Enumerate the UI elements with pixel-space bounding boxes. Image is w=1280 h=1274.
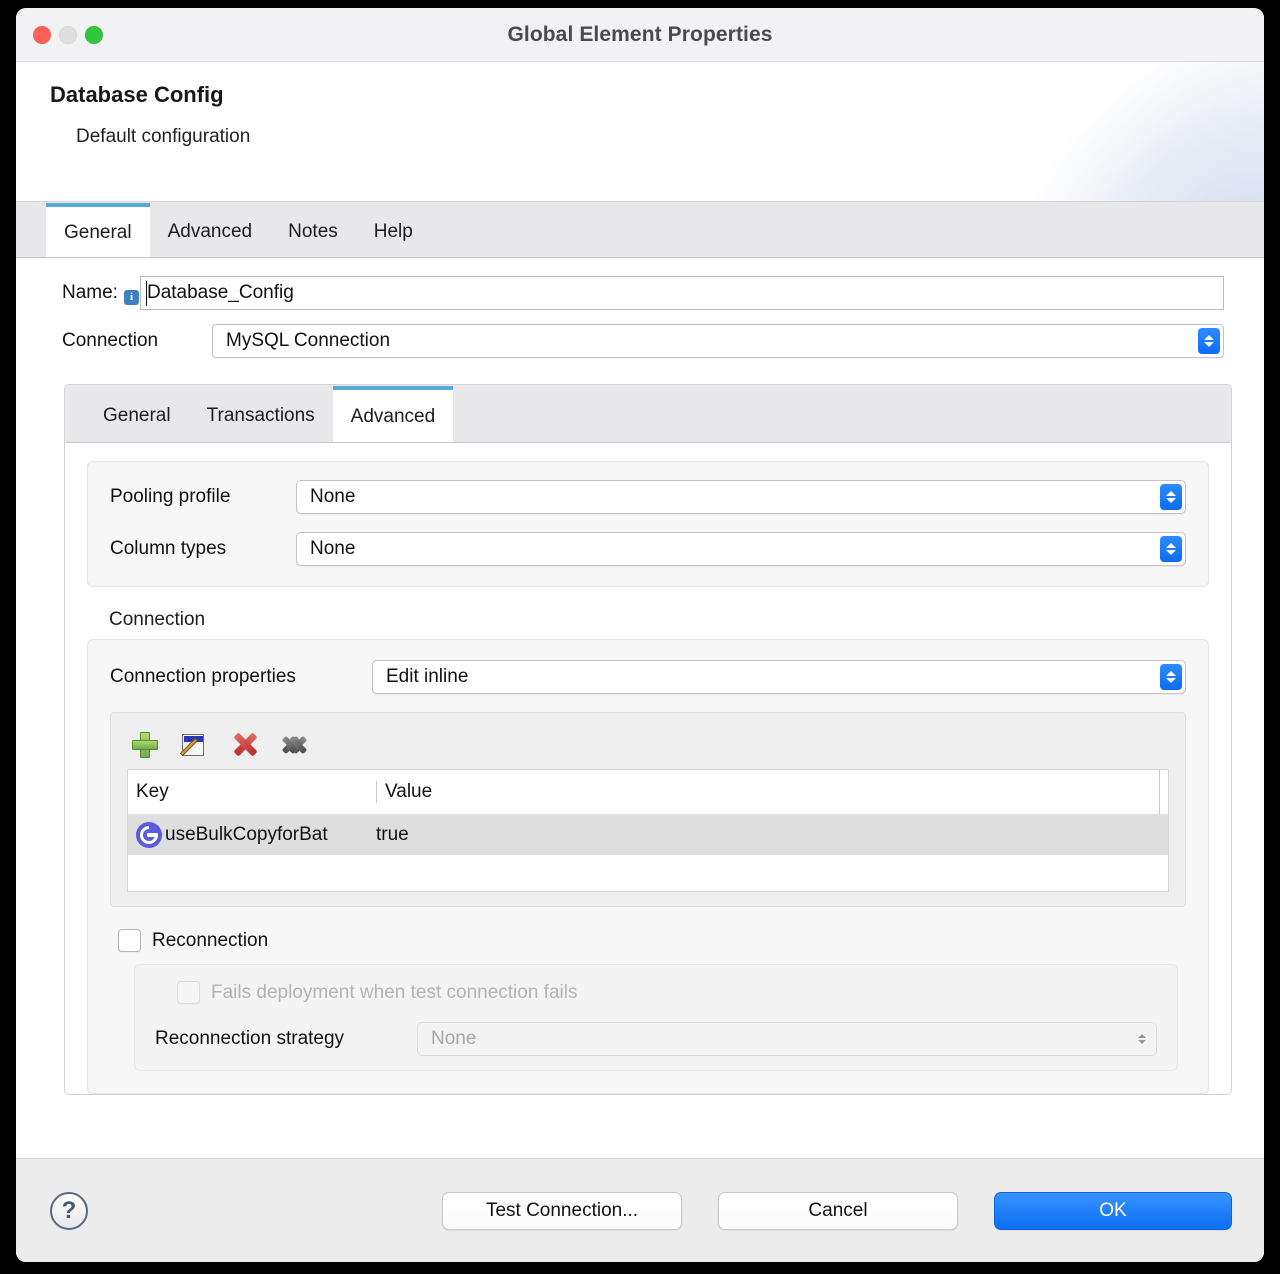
dialog-header: Database Config Default configuration: [16, 62, 1264, 202]
tab-help[interactable]: Help: [356, 203, 431, 257]
column-types-label: Column types: [110, 538, 296, 560]
outer-tabbar: General Advanced Notes Help: [16, 202, 1264, 258]
page-title: Database Config: [50, 82, 1264, 108]
kv-toolbar: [127, 723, 1169, 767]
inner-tab-general[interactable]: General: [85, 386, 189, 442]
pooling-profile-label: Pooling profile: [110, 486, 296, 508]
connection-properties-row: Connection properties Edit inline: [110, 660, 1186, 694]
name-row: Name: i Database_Config: [16, 258, 1264, 310]
connection-section-title: Connection: [109, 609, 1209, 631]
info-icon[interactable]: i: [124, 290, 139, 305]
table-cell-key: useBulkCopyforBat: [128, 822, 376, 848]
text-caret: [146, 281, 147, 306]
dialog-body: Name: i Database_Config Connection MySQL…: [16, 258, 1264, 1158]
pooling-profile-select[interactable]: None: [296, 480, 1186, 514]
chevron-updown-icon[interactable]: [1160, 664, 1182, 690]
chevron-updown-icon[interactable]: [1160, 536, 1182, 562]
table-cell-value: true: [376, 824, 1168, 846]
table-header: Key Value: [128, 770, 1168, 815]
attribute-icon: [136, 822, 162, 848]
tab-advanced[interactable]: Advanced: [150, 203, 271, 257]
reconnection-subsection: Fails deployment when test connection fa…: [134, 964, 1178, 1071]
reconnection-label: Reconnection: [152, 930, 268, 952]
delete-icon[interactable]: [231, 731, 259, 759]
window-title: Global Element Properties: [16, 23, 1264, 47]
zoom-button[interactable]: [85, 26, 103, 44]
name-input-value: Database_Config: [147, 282, 294, 303]
column-types-row: Column types None: [110, 532, 1186, 566]
name-input[interactable]: Database_Config: [140, 276, 1224, 310]
ok-button[interactable]: OK: [994, 1192, 1232, 1230]
inner-tabbar: General Transactions Advanced: [65, 385, 1231, 443]
column-header-key[interactable]: Key: [128, 781, 376, 803]
connection-row: Connection MySQL Connection: [16, 310, 1264, 358]
name-label: Name:: [62, 282, 118, 304]
test-connection-button[interactable]: Test Connection...: [442, 1192, 682, 1230]
connection-properties-editor: Key Value useBulkCopyforBat true: [110, 712, 1186, 907]
table-row[interactable]: useBulkCopyforBat true: [128, 815, 1168, 855]
fails-deployment-label: Fails deployment when test connection fa…: [211, 982, 577, 1004]
reconnection-strategy-label: Reconnection strategy: [155, 1028, 417, 1050]
connection-label: Connection: [62, 330, 212, 352]
inner-tab-transactions[interactable]: Transactions: [189, 386, 333, 442]
chevron-updown-icon[interactable]: [1160, 484, 1182, 510]
column-types-value: None: [310, 538, 355, 559]
add-icon[interactable]: [131, 731, 159, 759]
table-cell-key-text: useBulkCopyforBat: [165, 824, 328, 846]
connection-properties-select[interactable]: Edit inline: [372, 660, 1186, 694]
connection-config-panel: General Transactions Advanced Pooling pr…: [64, 384, 1232, 1095]
tab-notes[interactable]: Notes: [270, 203, 356, 257]
page-subtitle: Default configuration: [76, 126, 1264, 148]
column-header-spacer: [1159, 770, 1168, 814]
reconnection-strategy-value: None: [431, 1028, 476, 1049]
key-value-table: Key Value useBulkCopyforBat true: [127, 769, 1169, 892]
header-decoration-circle-inner: [1084, 102, 1264, 202]
dialog-window: Global Element Properties Database Confi…: [16, 8, 1264, 1262]
titlebar: Global Element Properties: [16, 8, 1264, 62]
inner-tab-advanced[interactable]: Advanced: [333, 386, 454, 442]
connection-properties-value: Edit inline: [386, 666, 468, 687]
connection-select-value: MySQL Connection: [226, 330, 390, 351]
reconnection-strategy-row: Reconnection strategy None: [155, 1022, 1157, 1056]
connection-select[interactable]: MySQL Connection: [212, 324, 1224, 358]
dialog-footer: ? Test Connection... Cancel OK: [16, 1158, 1264, 1262]
column-header-value[interactable]: Value: [376, 781, 1159, 803]
inner-tab-content: Pooling profile None Column types N: [65, 443, 1231, 1094]
fails-deployment-checkbox[interactable]: [177, 981, 200, 1004]
close-button[interactable]: [33, 26, 51, 44]
reconnection-checkbox[interactable]: [118, 929, 141, 952]
window-controls: [33, 26, 103, 44]
pooling-profile-row: Pooling profile None: [110, 480, 1186, 514]
chevron-updown-icon[interactable]: [1198, 328, 1220, 354]
column-types-select[interactable]: None: [296, 532, 1186, 566]
table-empty-row: [128, 855, 1168, 891]
reconnection-checkbox-row[interactable]: Reconnection: [110, 929, 1186, 952]
connection-section: Connection properties Edit inline: [87, 639, 1209, 1094]
edit-icon[interactable]: [181, 731, 209, 759]
fails-deployment-row[interactable]: Fails deployment when test connection fa…: [155, 981, 1157, 1004]
minimize-button[interactable]: [59, 26, 77, 44]
help-icon[interactable]: ?: [50, 1192, 88, 1230]
pooling-profile-value: None: [310, 486, 355, 507]
cancel-button[interactable]: Cancel: [718, 1192, 958, 1230]
connection-properties-label: Connection properties: [110, 666, 372, 688]
chevron-updown-icon[interactable]: [1131, 1026, 1153, 1052]
tab-general[interactable]: General: [46, 203, 150, 257]
reconnection-strategy-select[interactable]: None: [417, 1022, 1157, 1056]
advanced-options-group: Pooling profile None Column types N: [87, 461, 1209, 587]
delete-all-icon[interactable]: [281, 731, 309, 759]
